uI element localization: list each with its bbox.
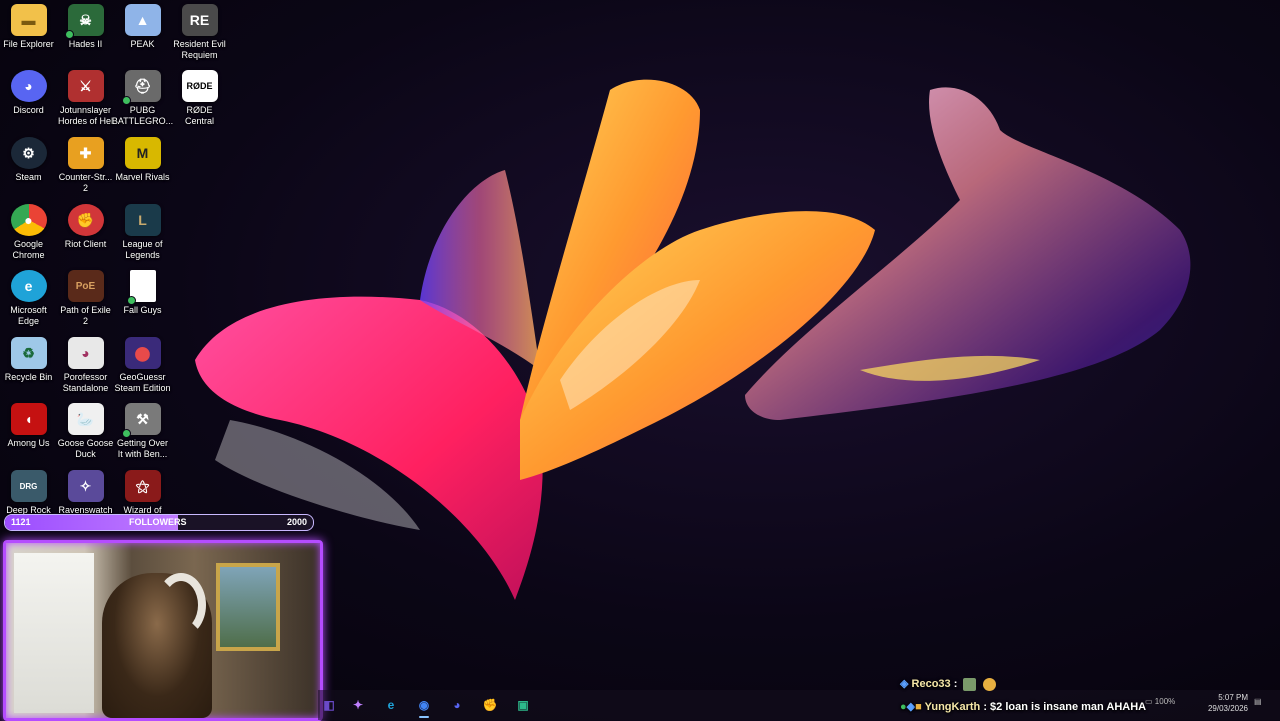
followers-label: FOLLOWERS (129, 517, 187, 527)
desktop-icon-marvel-rivals[interactable]: M Marvel Rivals (114, 137, 171, 199)
discord-icon: ◕ (10, 70, 47, 102)
desktop-icon-porofessor[interactable]: ◕ Porofessor Standalone (57, 337, 114, 399)
emote-icon (982, 677, 996, 691)
hammer-icon: ⚒ (121, 403, 161, 438)
desktop-icon-steam[interactable]: ⚙ Steam (0, 137, 57, 199)
desktop-icon-fall-guys[interactable]: Fall Guys (114, 270, 171, 332)
taskbar-app[interactable]: ▣ (512, 695, 534, 715)
taskbar-riot-client[interactable]: ✊ (479, 695, 501, 715)
desktop-icon-peak[interactable]: ▲ PEAK (114, 4, 171, 66)
chrome-icon: ● (10, 204, 47, 236)
porofessor-icon: ◕ (67, 337, 104, 369)
counter-strike-icon: ✚ (67, 137, 104, 169)
wizard-icon: ⚝ (124, 470, 161, 502)
followers-goal-bar: 1121 FOLLOWERS 2000 (4, 514, 314, 531)
notifications-icon[interactable]: ▤ (1254, 697, 1262, 706)
among-us-icon: ◖ (10, 403, 47, 435)
taskbar-discord[interactable]: ◕ (446, 695, 468, 715)
league-icon: L (124, 204, 161, 236)
desktop-icon-jotunnslayer[interactable]: ⚔ Jotunnslayer Hordes of Hel (57, 70, 114, 132)
desktop-icon-riot-client[interactable]: ✊ Riot Client (57, 204, 114, 266)
chat-text: : (953, 678, 958, 690)
webcam-wall-painting (216, 563, 280, 651)
deep-rock-icon: DRG (10, 470, 47, 502)
headphones-icon (156, 573, 206, 637)
file-icon (126, 270, 156, 305)
webcam-window-light (14, 553, 94, 713)
clock-date: 29/03/2026 (1207, 704, 1248, 713)
battery-indicator[interactable]: ▭ 100% (1145, 697, 1175, 706)
peak-icon: ▲ (124, 4, 161, 36)
jotunnslayer-icon: ⚔ (67, 70, 104, 102)
rode-icon: RØDE (181, 70, 218, 102)
emote-icon (963, 677, 977, 691)
desktop-icon-recycle-bin[interactable]: ♻ Recycle Bin (0, 337, 57, 399)
desktop-icon-goose-goose-duck[interactable]: 🦢 Goose Goose Duck (57, 403, 114, 465)
desktop-icon-geoguessr[interactable]: ⬤ GeoGuessr Steam Edition (114, 337, 171, 399)
recycle-bin-icon: ♻ (10, 337, 47, 369)
riot-icon: ✊ (67, 204, 104, 236)
visual-studio-icon: ◧ (323, 698, 335, 712)
desktop-icon-pubg[interactable]: ⛑ PUBG BATTLEGRO... (112, 70, 173, 132)
chat-message: ●◆■ YungKarth : $2 loan is insane man AH… (900, 700, 1146, 713)
chat-username: Reco33 (911, 678, 951, 690)
goose-icon: 🦢 (67, 403, 104, 435)
app-icon: ▣ (517, 698, 529, 712)
desktop-icon-among-us[interactable]: ◖ Among Us (0, 403, 57, 465)
desktop-icon-resident-evil-requiem[interactable]: RE Resident Evil Requiem (171, 4, 228, 66)
pubg-icon: ⛑ (121, 70, 161, 105)
marvel-rivals-icon: M (124, 137, 161, 169)
taskbar-visual-studio[interactable]: ◧ (318, 695, 340, 715)
clock-time: 5:07 PM (1218, 693, 1248, 702)
resident-evil-icon: RE (181, 4, 218, 36)
followers-current: 1121 (11, 517, 31, 527)
desktop-icon-getting-over-it[interactable]: ⚒ Getting Over It with Ben... (114, 403, 171, 465)
desktop-icon-league-of-legends[interactable]: L League of Legends (114, 204, 171, 266)
hades-icon: ☠ (64, 4, 104, 39)
chat-message: ◈ Reco33 : (900, 677, 996, 691)
folder-icon: ▬ (10, 4, 47, 36)
desktop-icon-microsoft-edge[interactable]: e Microsoft Edge (0, 270, 57, 332)
riot-icon: ✊ (482, 698, 498, 712)
taskbar-copilot[interactable]: ✦ (347, 695, 369, 715)
followers-goal: 2000 (286, 517, 307, 527)
chat-badge-icon: ● (900, 701, 907, 713)
geoguessr-icon: ⬤ (124, 337, 161, 369)
system-clock[interactable]: 5:07 PM 29/03/2026 (1190, 692, 1248, 714)
steam-icon: ⚙ (10, 137, 47, 169)
desktop-icon-path-of-exile-2[interactable]: PoE Path of Exile 2 (57, 270, 114, 332)
copilot-icon: ✦ (352, 698, 364, 712)
taskbar-active-indicator (419, 716, 429, 718)
desktop-icon-rode-central[interactable]: RØDE RØDE Central (171, 70, 228, 132)
desktop-icon-discord[interactable]: ◕ Discord (0, 70, 57, 132)
edge-icon: e (387, 698, 395, 712)
desktop-icon-google-chrome[interactable]: ● Google Chrome (0, 204, 57, 266)
taskbar-chrome[interactable]: ◉ (413, 695, 435, 715)
chat-badge-icon: ◆ (906, 701, 916, 713)
chrome-icon: ◉ (418, 698, 430, 712)
desktop-icon-file-explorer[interactable]: ▬ File Explorer (0, 4, 57, 66)
ravenswatch-icon: ✧ (67, 470, 104, 502)
desktop-icon-counter-strike-2[interactable]: ✚ Counter-Str... 2 (57, 137, 114, 199)
edge-icon: e (10, 270, 47, 302)
taskbar-edge[interactable]: e (380, 695, 402, 715)
desktop-icon-hades-ii[interactable]: ☠ Hades II (57, 4, 114, 66)
chat-badge-icon: ◈ (900, 678, 909, 690)
chat-badge-icon: ■ (915, 701, 922, 713)
discord-icon: ◕ (453, 698, 461, 712)
poe-icon: PoE (67, 270, 104, 302)
webcam-overlay (3, 540, 323, 721)
battery-percent: 100% (1154, 697, 1176, 706)
chat-text: : $2 loan is insane man AHAHA (983, 701, 1147, 713)
chat-username: YungKarth (924, 701, 981, 713)
